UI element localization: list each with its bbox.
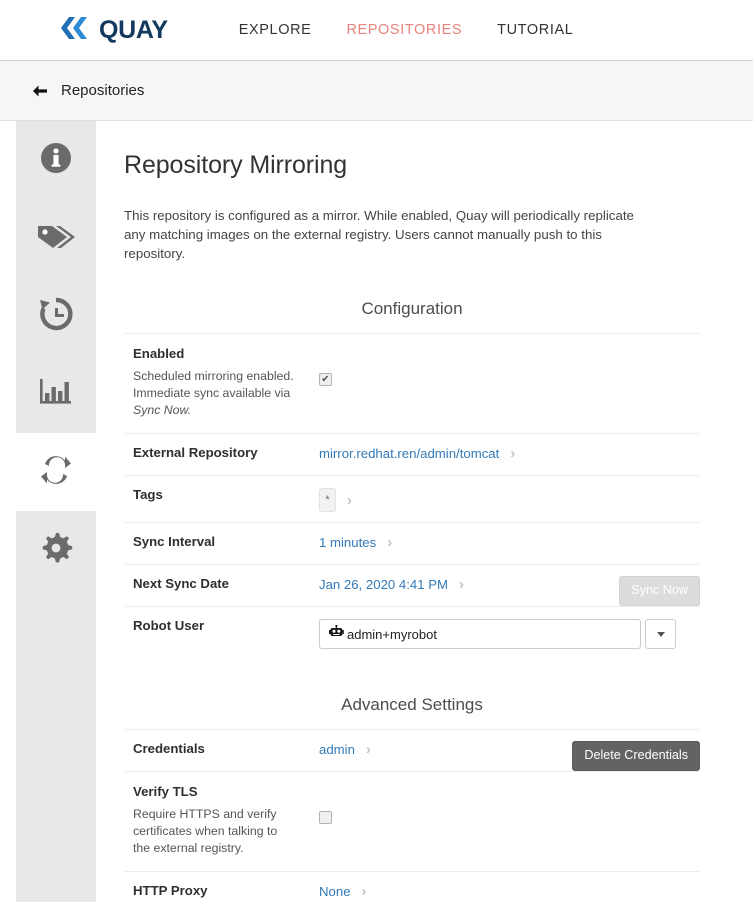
row-external-repository-label: External Repository	[133, 445, 258, 460]
robot-user-value: admin+myrobot	[347, 626, 437, 642]
robot-icon	[329, 624, 344, 643]
row-external-repository-label-col: External Repository	[133, 445, 319, 461]
row-next-sync-date: Next Sync Date Jan 26, 2020 4:41 PM › Sy…	[124, 564, 700, 606]
row-robot-user-label: Robot User	[133, 618, 205, 633]
info-circle-icon	[37, 139, 75, 182]
row-sync-interval: Sync Interval 1 minutes ›	[124, 522, 700, 564]
row-credentials: Credentials admin › Delete Credentials	[124, 729, 700, 771]
tags-icon	[36, 220, 76, 257]
row-robot-user-value-col: admin+myrobot	[319, 618, 700, 649]
section-title-configuration: Configuration	[361, 299, 463, 318]
nav-link-repositories[interactable]: REPOSITORIES	[346, 22, 462, 38]
row-next-sync-date-label-col: Next Sync Date	[133, 576, 319, 592]
verify-tls-checkbox[interactable]	[319, 811, 332, 824]
bar-chart-icon	[37, 375, 75, 414]
row-enabled-sublabel-text: Scheduled mirroring enabled. Immediate s…	[133, 369, 294, 400]
row-external-repository: External Repository mirror.redhat.ren/ad…	[124, 433, 700, 475]
row-robot-user-label-col: Robot User	[133, 618, 319, 634]
sync-now-button[interactable]: Sync Now	[619, 576, 700, 606]
robot-user-select-group: admin+myrobot	[319, 619, 676, 649]
history-clock-icon	[37, 296, 75, 337]
page-description: This repository is configured as a mirro…	[124, 208, 634, 261]
robot-user-input[interactable]: admin+myrobot	[319, 619, 641, 649]
row-http-proxy-value-col: None ›	[319, 883, 700, 899]
chevron-right-icon[interactable]: ›	[387, 535, 392, 550]
row-verify-tls-value-col	[319, 784, 700, 824]
sidebar-item-tags[interactable]	[16, 199, 96, 277]
row-credentials-label: Credentials	[133, 741, 205, 756]
row-enabled-sublabel-italic: Sync Now.	[133, 403, 192, 417]
row-verify-tls-sublabel: Require HTTPS and verify certificates wh…	[133, 807, 278, 855]
row-http-proxy: HTTP Proxy None ›	[124, 871, 700, 902]
row-enabled-sublabel: Scheduled mirroring enabled. Immediate s…	[133, 368, 296, 419]
breadcrumb-label[interactable]: Repositories	[61, 82, 144, 99]
external-repository-value[interactable]: mirror.redhat.ren/admin/tomcat	[319, 446, 499, 461]
sidebar-item-usage-logs[interactable]	[16, 355, 96, 433]
row-credentials-label-col: Credentials	[133, 741, 319, 757]
sidebar-item-history[interactable]	[16, 277, 96, 355]
row-verify-tls: Verify TLS Require HTTPS and verify cert…	[124, 771, 700, 871]
breadcrumb: Repositories	[0, 61, 753, 121]
delete-credentials-button[interactable]: Delete Credentials	[572, 741, 700, 771]
row-tags-value-col: * ›	[319, 487, 700, 512]
nav-link-explore[interactable]: EXPLORE	[239, 22, 312, 38]
chevron-right-icon[interactable]: ›	[362, 884, 367, 899]
nav-link-tutorial[interactable]: TUTORIAL	[497, 22, 573, 38]
arrow-left-icon[interactable]	[31, 82, 49, 100]
row-enabled-value-col: ✔	[319, 346, 700, 386]
section-title-advanced-settings: Advanced Settings	[341, 695, 483, 714]
gear-icon	[38, 530, 74, 571]
row-enabled-label-col: Enabled Scheduled mirroring enabled. Imm…	[133, 346, 319, 419]
row-sync-interval-label-col: Sync Interval	[133, 534, 319, 550]
row-http-proxy-label-col: HTTP Proxy	[133, 883, 319, 899]
chevron-right-icon[interactable]: ›	[366, 742, 371, 757]
brand-name: QUAY	[99, 15, 168, 44]
page-title: Repository Mirroring	[124, 151, 348, 179]
sidebar-item-mirroring[interactable]	[16, 433, 96, 511]
chevron-down-icon	[656, 631, 665, 637]
chevron-right-icon[interactable]: ›	[347, 493, 352, 508]
tags-badge[interactable]: *	[319, 488, 336, 512]
row-enabled-label: Enabled	[133, 346, 185, 361]
next-sync-date-value[interactable]: Jan 26, 2020 4:41 PM	[319, 577, 448, 592]
sync-interval-value[interactable]: 1 minutes	[319, 535, 376, 550]
sidebar-item-settings[interactable]	[16, 511, 96, 589]
body-wrapper: Repository Mirroring This repository is …	[0, 121, 753, 902]
main-content: Repository Mirroring This repository is …	[96, 121, 717, 902]
row-tags-label: Tags	[133, 487, 163, 502]
http-proxy-value[interactable]: None	[319, 884, 351, 899]
robot-user-dropdown-button[interactable]	[645, 619, 676, 649]
sidebar-item-information[interactable]	[16, 121, 96, 199]
credentials-value[interactable]: admin	[319, 742, 355, 757]
row-next-sync-date-label: Next Sync Date	[133, 576, 230, 591]
chevron-right-icon[interactable]: ›	[459, 577, 464, 592]
repo-sidebar	[16, 121, 96, 902]
nav-links: EXPLORE REPOSITORIES TUTORIAL	[239, 22, 574, 38]
row-sync-interval-value-col: 1 minutes ›	[319, 534, 700, 550]
sync-refresh-icon	[37, 453, 75, 492]
row-verify-tls-label-col: Verify TLS Require HTTPS and verify cert…	[133, 784, 319, 857]
row-enabled: Enabled Scheduled mirroring enabled. Imm…	[124, 333, 700, 433]
top-navbar: QUAY EXPLORE REPOSITORIES TUTORIAL	[0, 0, 753, 61]
row-tags-label-col: Tags	[133, 487, 319, 503]
row-external-repository-value-col: mirror.redhat.ren/admin/tomcat ›	[319, 445, 700, 461]
quay-chevrons-logo-icon	[58, 15, 92, 46]
row-robot-user: Robot User admin+myrobot	[124, 606, 700, 659]
row-tags: Tags * ›	[124, 475, 700, 522]
checkmark-icon: ✔	[321, 373, 330, 385]
brand-logo[interactable]: QUAY	[58, 15, 168, 46]
row-verify-tls-label: Verify TLS	[133, 784, 198, 799]
row-sync-interval-label: Sync Interval	[133, 534, 216, 549]
left-gutter	[0, 121, 16, 902]
enabled-checkbox[interactable]: ✔	[319, 373, 332, 386]
chevron-right-icon[interactable]: ›	[510, 446, 515, 461]
row-http-proxy-label: HTTP Proxy	[133, 883, 208, 898]
